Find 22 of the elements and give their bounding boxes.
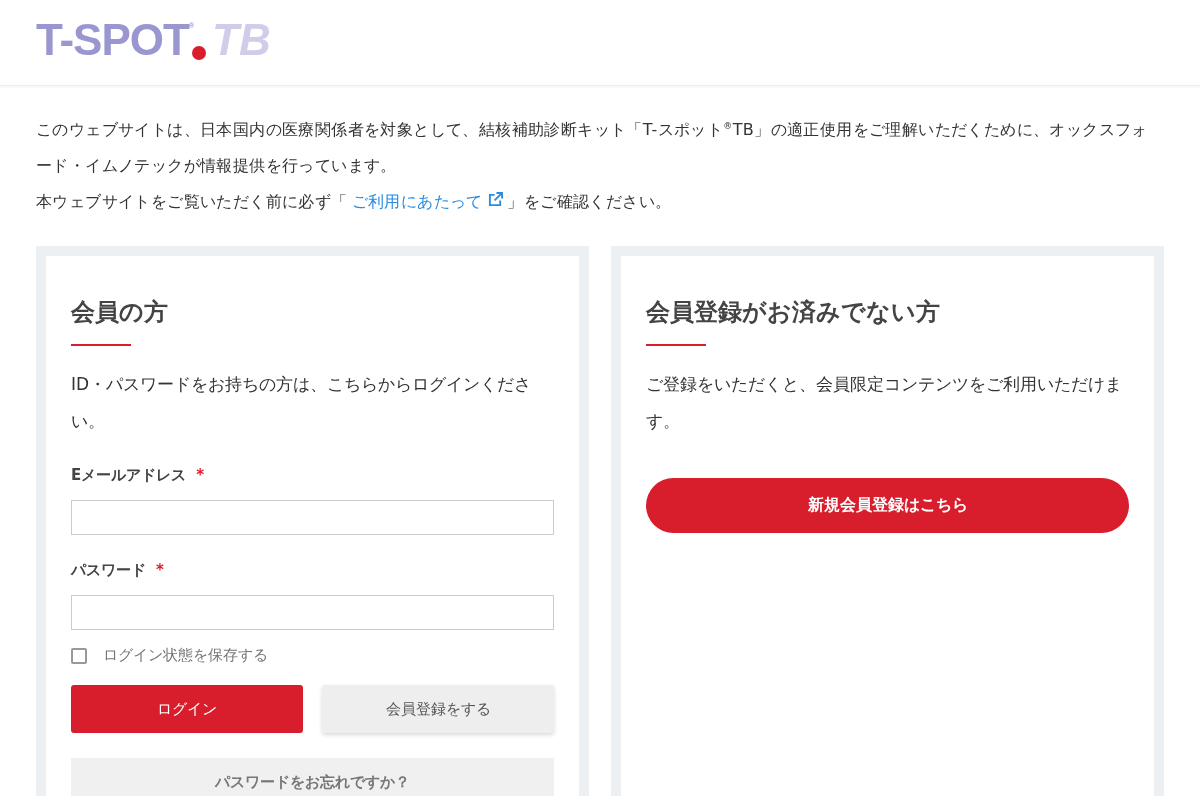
notice-text: 本ウェブサイトをご覧いただく前に必ず「 ご利用にあたって 」をご確認ください。 xyxy=(36,191,673,214)
card-title: 会員登録がお済みでない方 xyxy=(646,297,941,329)
card-title: 会員の方 xyxy=(71,297,169,329)
card-description: ID・パスワードをお持ちの方は、こちらからログインください。 xyxy=(71,373,533,434)
external-link-icon xyxy=(488,192,504,208)
checkbox[interactable] xyxy=(71,647,87,664)
required-mark: * xyxy=(156,560,164,582)
dot-icon xyxy=(192,46,207,60)
card-description: ご登録をいただくと、会員限定コンテンツをご利用いただけます。 xyxy=(646,373,1123,434)
field-label: パスワード xyxy=(71,560,146,582)
intro-paragraph: このウェブサイトは、日本国内の医療関係者を対象として、結核補助診断キット「T-スポット$^{®}$TB」の適正使用をご理解いただくために、オックスフォード・イムノテックが情報提供を行っています。 xyxy=(36,119,1149,178)
terms-link[interactable]: ご利用にあたって xyxy=(347,192,508,212)
checkbox-label: ログイン状態を保存する xyxy=(103,646,268,666)
forgot-password-button[interactable]: パスワードをお忘れですか？ xyxy=(71,758,554,797)
field-label: Eメールアドレス xyxy=(71,465,187,487)
logo-brand: T-SPOT xyxy=(36,20,189,60)
login-button[interactable]: ログイン xyxy=(71,685,303,734)
required-mark: * xyxy=(196,465,205,487)
input-field[interactable] xyxy=(71,595,554,631)
register-button[interactable]: 会員登録をする xyxy=(322,685,554,734)
signup-button[interactable]: 新規会員登録はこちら xyxy=(646,478,1129,534)
input-field[interactable] xyxy=(71,500,554,536)
